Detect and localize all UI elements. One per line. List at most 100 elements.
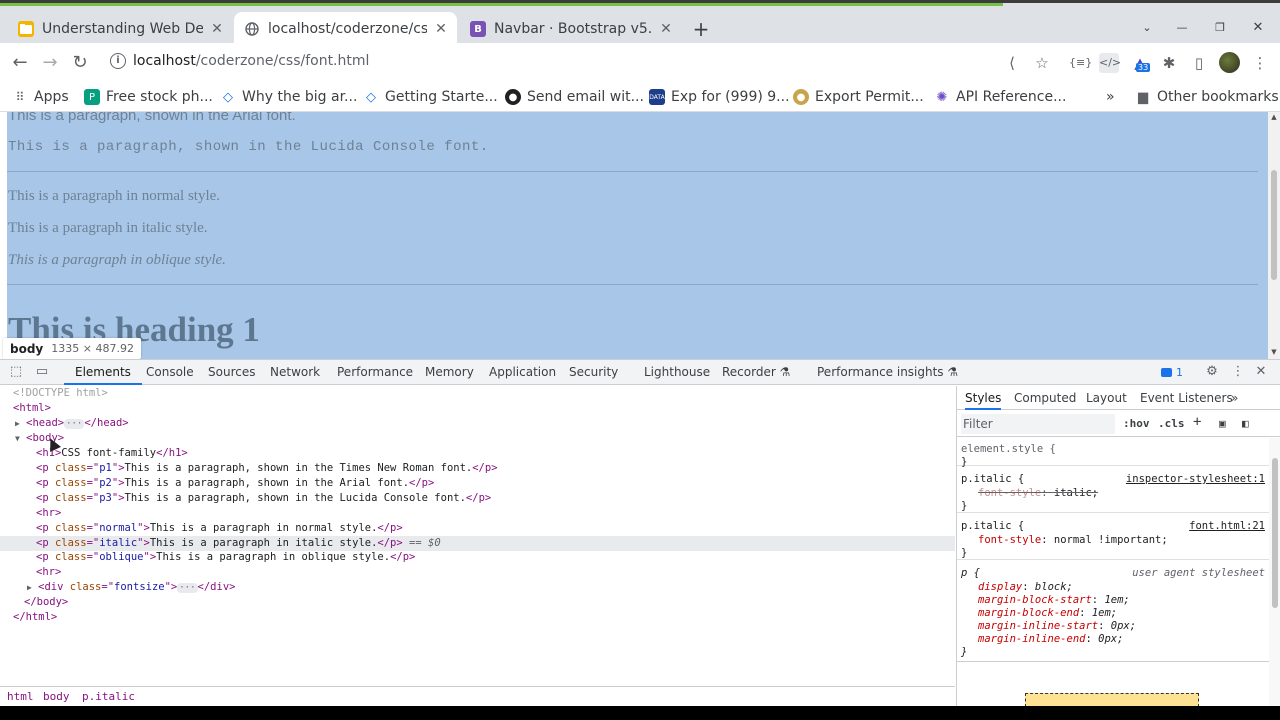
expand-triangle-icon[interactable]: ▶ bbox=[27, 583, 32, 592]
rule-p-italic-inspector[interactable]: p.italic { inspector-stylesheet:1 font-s… bbox=[957, 467, 1269, 513]
bookmark-export-permit[interactable]: ● Export Permit... bbox=[793, 87, 924, 107]
profile-avatar[interactable] bbox=[1219, 52, 1240, 73]
dom-node-hr[interactable]: <hr> bbox=[0, 565, 955, 580]
more-tabs-button[interactable]: » bbox=[1231, 386, 1238, 410]
forward-arrow-icon[interactable]: → bbox=[38, 51, 62, 75]
bookmark-free-stock[interactable]: P Free stock ph... bbox=[84, 87, 213, 107]
inspect-element-icon[interactable]: ⬚ bbox=[8, 364, 24, 380]
rule-p-italic-font-html[interactable]: p.italic { font.html:21 font-style: norm… bbox=[957, 514, 1269, 560]
rule-element-style[interactable]: element.style { } bbox=[957, 438, 1269, 468]
rule-source-link[interactable]: font.html:21 bbox=[1189, 520, 1265, 533]
collapse-triangle-icon[interactable]: ▼ bbox=[15, 434, 20, 443]
dom-node-doctype[interactable]: <!DOCTYPE html> bbox=[0, 386, 955, 401]
scroll-down-icon[interactable]: ▼ bbox=[1270, 348, 1278, 356]
tab-recorder[interactable]: Recorder ⚗ bbox=[722, 360, 790, 385]
tab-sources[interactable]: Sources bbox=[208, 360, 255, 385]
tab-elements[interactable]: Elements bbox=[64, 360, 142, 385]
tab-lighthouse[interactable]: Lighthouse bbox=[644, 360, 710, 385]
cls-toggle[interactable]: .cls bbox=[1158, 417, 1185, 430]
scrollbar-thumb[interactable] bbox=[1272, 458, 1278, 608]
side-panel-icon[interactable]: ▯ bbox=[1189, 53, 1209, 73]
dom-node-p3[interactable]: <p class="p3">This is a paragraph, shown… bbox=[0, 491, 955, 506]
close-tab-icon[interactable]: ✕ bbox=[209, 21, 225, 37]
tab-application[interactable]: Application bbox=[489, 360, 556, 385]
dom-node-body[interactable]: ▼ <body> bbox=[0, 431, 955, 446]
bookmark-apps[interactable]: ⠿ Apps bbox=[12, 87, 69, 107]
bookmarks-overflow-button[interactable]: » bbox=[1106, 87, 1115, 107]
paint-format-icon[interactable]: ▣ bbox=[1219, 417, 1226, 430]
new-rule-plus-icon[interactable]: + bbox=[1193, 414, 1201, 430]
tab-security[interactable]: Security bbox=[569, 360, 618, 385]
close-devtools-icon[interactable]: ✕ bbox=[1253, 364, 1269, 380]
declaration-font-style[interactable]: font-style: normal !important; bbox=[978, 534, 1168, 547]
close-tab-icon[interactable]: ✕ bbox=[658, 21, 674, 37]
device-toolbar-icon[interactable]: ▭ bbox=[34, 364, 50, 380]
tab-performance-insights[interactable]: Performance insights ⚗ bbox=[817, 360, 958, 385]
tab-localhost-font[interactable]: localhost/coderzone/css/ ✕ bbox=[234, 12, 457, 46]
bookmark-getting-started[interactable]: ◇ Getting Starte... bbox=[363, 87, 498, 107]
close-window-icon[interactable]: ✕ bbox=[1247, 17, 1269, 39]
tab-styles[interactable]: Styles bbox=[965, 386, 1002, 410]
bookmark-why-big[interactable]: ◇ Why the big ar... bbox=[220, 87, 357, 107]
bookmark-exp[interactable]: DATA Exp for (999) 9... bbox=[649, 87, 790, 107]
address-bar[interactable]: i localhost/coderzone/css/font.html bbox=[104, 47, 1064, 78]
tab-computed[interactable]: Computed bbox=[1014, 386, 1076, 410]
breadcrumb-html[interactable]: html bbox=[7, 690, 34, 703]
info-icon[interactable]: i bbox=[110, 53, 126, 69]
share-icon[interactable]: ⟨ bbox=[1002, 53, 1022, 73]
other-bookmarks[interactable]: ▆ Other bookmarks bbox=[1135, 87, 1279, 107]
new-tab-button[interactable]: + bbox=[690, 16, 712, 42]
bookmark-star-icon[interactable]: ☆ bbox=[1032, 53, 1052, 73]
styles-scrollbar[interactable] bbox=[1269, 438, 1280, 707]
dom-node-hr[interactable]: <hr> bbox=[0, 506, 955, 521]
dom-node-html-close[interactable]: </html> bbox=[0, 610, 955, 625]
reload-icon[interactable]: ↻ bbox=[68, 51, 92, 75]
dom-node-h1[interactable]: <h1>CSS font-family</h1> bbox=[0, 446, 955, 461]
tab-memory[interactable]: Memory bbox=[425, 360, 474, 385]
dom-node-head[interactable]: ▶ <head> ··· </head> bbox=[0, 416, 955, 431]
ellipsis-icon[interactable]: ··· bbox=[177, 583, 198, 593]
tab-bootstrap-navbar[interactable]: B Navbar · Bootstrap v5.3 ✕ bbox=[460, 12, 682, 46]
toggle-sidebar-icon[interactable]: ◧ bbox=[1242, 417, 1249, 430]
menu-kebab-icon[interactable]: ⋮ bbox=[1250, 53, 1270, 73]
restore-icon[interactable]: ❐ bbox=[1209, 17, 1231, 39]
minimize-icon[interactable]: — bbox=[1171, 17, 1193, 39]
close-tab-icon[interactable]: ✕ bbox=[433, 21, 449, 37]
dom-node-body-close[interactable]: </body> bbox=[0, 595, 955, 610]
ellipsis-icon[interactable]: ··· bbox=[64, 419, 85, 429]
json-viewer-extension-icon[interactable]: {≡} bbox=[1069, 53, 1092, 73]
styles-filter-input[interactable] bbox=[961, 414, 1115, 434]
scroll-up-icon[interactable]: ▲ bbox=[1270, 113, 1278, 121]
tab-performance[interactable]: Performance bbox=[337, 360, 413, 385]
scrollbar-thumb[interactable] bbox=[1271, 170, 1277, 280]
declaration-font-style-struck[interactable]: font-style: italic; bbox=[978, 487, 1098, 500]
dom-node-p-normal[interactable]: <p class="normal">This is a paragraph in… bbox=[0, 521, 955, 536]
breadcrumb-body[interactable]: body bbox=[43, 690, 70, 703]
tab-search-icon[interactable]: ⌄ bbox=[1136, 17, 1158, 39]
breadcrumb-p-italic[interactable]: p.italic bbox=[82, 690, 135, 703]
tab-console[interactable]: Console bbox=[146, 360, 194, 385]
issues-counter[interactable]: 1 bbox=[1161, 364, 1183, 380]
dom-node-p-oblique[interactable]: <p class="oblique">This is a paragraph i… bbox=[0, 550, 955, 565]
devtools-menu-icon[interactable]: ⋮ bbox=[1230, 364, 1246, 380]
rule-p-user-agent[interactable]: p { user agent stylesheet display: block… bbox=[957, 561, 1269, 661]
tab-understanding-web-dev[interactable]: Understanding Web Deve ✕ bbox=[8, 12, 233, 46]
tab-layout[interactable]: Layout bbox=[1086, 386, 1127, 410]
code-extension-icon[interactable]: </> bbox=[1099, 53, 1121, 73]
dom-node-html[interactable]: <html> bbox=[0, 401, 955, 416]
hov-toggle[interactable]: :hov bbox=[1123, 417, 1150, 430]
dom-node-p2[interactable]: <p class="p2">This is a paragraph, shown… bbox=[0, 476, 955, 491]
settings-gear-icon[interactable]: ⚙ bbox=[1204, 364, 1220, 380]
bookmark-api-reference[interactable]: ✺ API Reference... bbox=[934, 87, 1067, 107]
dom-node-p1[interactable]: <p class="p1">This is a paragraph, shown… bbox=[0, 461, 955, 476]
back-arrow-icon[interactable]: ← bbox=[8, 51, 32, 75]
dom-node-p-italic-selected[interactable]: <p class="italic">This is a paragraph in… bbox=[0, 536, 955, 551]
tab-event-listeners[interactable]: Event Listeners bbox=[1140, 386, 1233, 410]
rule-source-link[interactable]: inspector-stylesheet:1 bbox=[1126, 473, 1265, 486]
tab-network[interactable]: Network bbox=[270, 360, 320, 385]
expand-triangle-icon[interactable]: ▶ bbox=[15, 419, 20, 428]
puzzle-extensions-icon[interactable]: ✱ bbox=[1159, 53, 1179, 73]
bookmark-send-email[interactable]: ● Send email wit... bbox=[505, 87, 644, 107]
page-scrollbar[interactable]: ▲ ▼ bbox=[1268, 112, 1280, 359]
dom-node-div-fontsize[interactable]: ▶ <div class="fontsize"> ··· </div> bbox=[0, 580, 955, 595]
